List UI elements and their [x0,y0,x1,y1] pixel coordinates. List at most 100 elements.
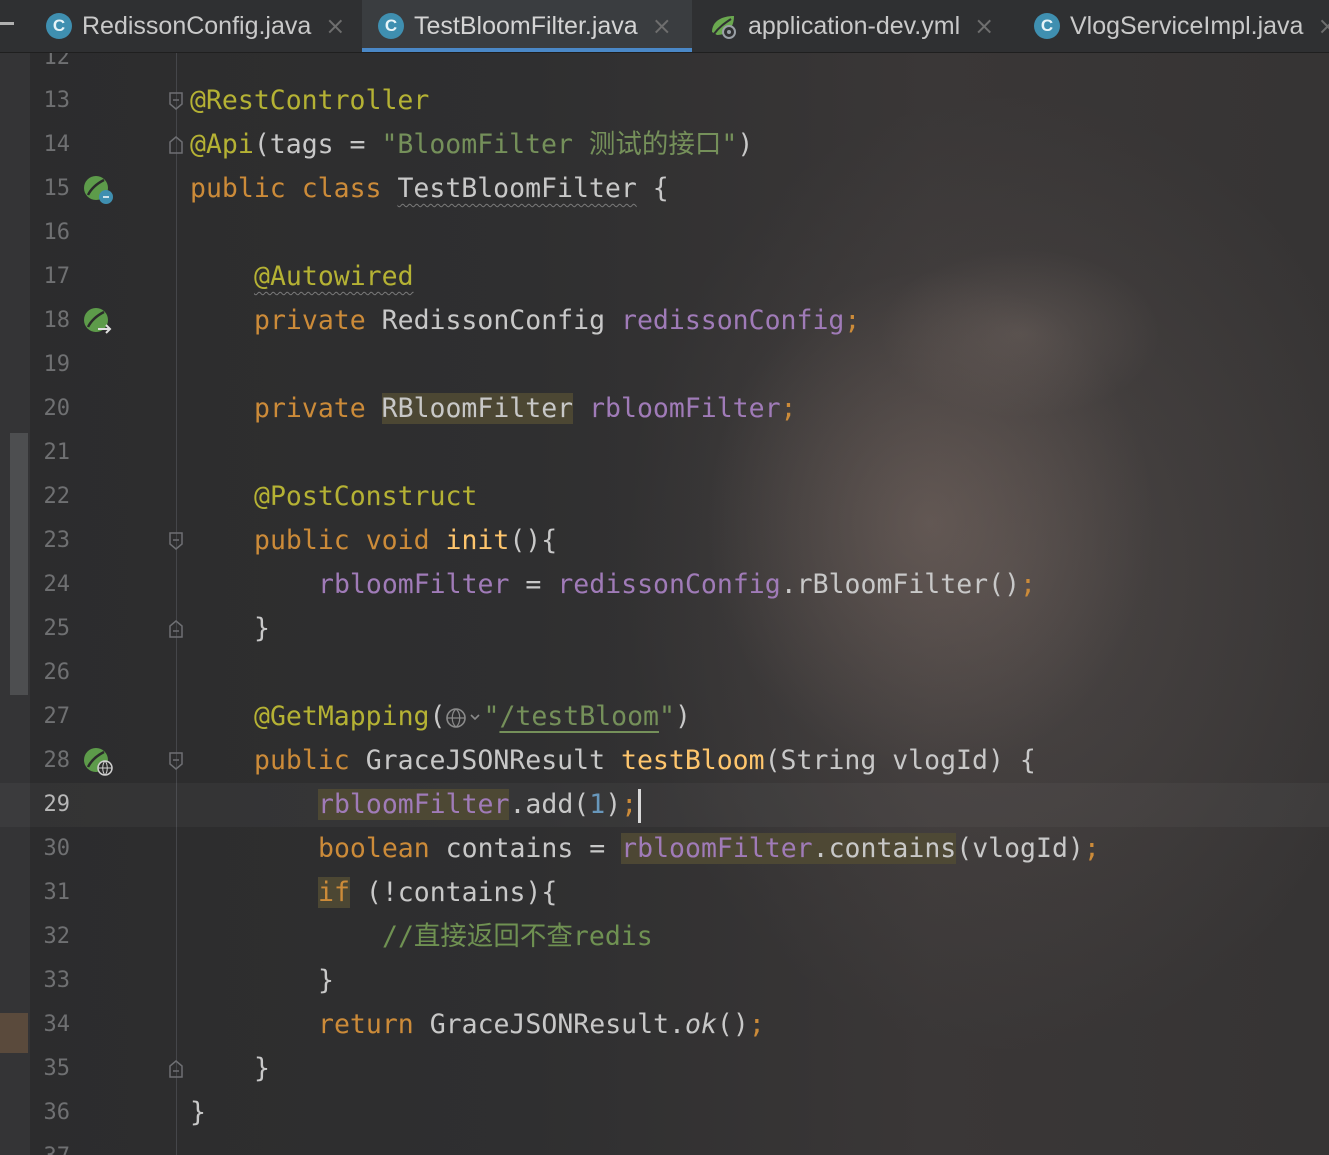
line-number: 23 [43,528,71,553]
endpoint-inlay-hint[interactable] [445,707,483,729]
code-editor[interactable]: 12 13 @RestController 14 @Api(tags = "Bl… [0,53,1329,1155]
code-text: public GraceJSONResult testBloom(String … [254,739,1036,783]
code-token: = [509,569,558,600]
string-token: " [483,701,500,732]
code-text: boolean contains = rbloomFilter.contains… [318,827,1100,871]
method-token: init [445,525,510,556]
text-cursor [638,788,642,823]
annotation-token: @Autowired [254,261,414,292]
line-number: 30 [43,836,71,861]
keyword-token: class [301,173,382,204]
code-line: 13 @RestController [0,79,1329,123]
code-token: . [669,1009,685,1040]
tab-overflow-indicator[interactable] [0,22,14,25]
code-line: 32 //直接返回不查redis [0,915,1329,959]
line-number: 31 [43,880,71,905]
code-text: if (!contains){ [318,871,557,915]
tab-application-dev-yml[interactable]: application-dev.yml × [708,0,1018,52]
line-number: 25 [43,616,71,641]
code-line: 33 } [0,959,1329,1003]
code-token: } [318,965,334,996]
code-token: () [716,1009,749,1040]
code-token: (String vlogId) { [764,745,1036,776]
code-text: //直接返回不查redis [382,915,653,959]
code-token: . [509,789,526,820]
close-icon[interactable]: × [325,12,345,40]
keyword-token: boolean [318,833,430,864]
code-token: (){ [509,525,558,556]
code-line: 26 [0,651,1329,695]
close-icon[interactable]: × [974,12,994,40]
line-number: 18 [43,308,71,333]
field-token: rbloomFilter [621,833,813,864]
code-text: return GraceJSONResult.ok(); [318,1003,765,1047]
url-path-link[interactable]: /testBloom [499,701,659,732]
fold-start-icon[interactable] [168,532,184,550]
field-token: rbloomFilter [589,393,781,424]
fold-start-icon[interactable] [168,752,184,770]
code-text: @GetMapping("/testBloom") [254,695,691,739]
code-token: ; [748,1009,765,1040]
code-line: 36 } [0,1091,1329,1135]
code-text: @PostConstruct [254,475,477,519]
line-number: 24 [43,572,71,597]
code-text: public class TestBloomFilter { [190,167,669,211]
tab-label: VlogServiceImpl.java [1070,11,1304,40]
code-text: @Api(tags = "BloomFilter 测试的接口") [190,123,753,167]
code-line: 18 private RedissonConfig redissonConfig… [0,299,1329,343]
code-line: 37 [0,1135,1329,1155]
close-icon[interactable]: × [1317,12,1329,40]
code-line: 35 } [0,1047,1329,1091]
code-token: ; [844,305,861,336]
line-number: 32 [43,924,71,949]
line-number: 12 [43,53,71,70]
fold-start-icon[interactable] [168,92,184,110]
code-token: (tags = [253,129,382,160]
line-number: 35 [43,1056,71,1081]
code-token: } [254,613,270,644]
fold-end-icon[interactable] [168,136,184,154]
request-mapping-icon[interactable] [82,745,114,777]
fold-end-icon[interactable] [168,1060,184,1078]
field-token: rbloomFilter [318,789,510,820]
java-class-icon: C [378,13,404,39]
line-number: 22 [43,484,71,509]
spring-bean-icon[interactable] [82,173,114,205]
code-token: ( [429,701,446,732]
code-line: 21 [0,431,1329,475]
line-number: 37 [0,1135,71,1155]
line-number: 27 [43,704,71,729]
tab-redissonconfig-java[interactable]: C RedissonConfig.java × [46,0,360,52]
code-line: 27 @GetMapping("/testBloom") [0,695,1329,739]
annotation-token: @GetMapping [254,701,430,732]
close-icon[interactable]: × [652,12,672,40]
code-token: (vlogId) [956,833,1084,864]
line-number: 13 [43,88,71,113]
code-token: { [636,173,669,204]
tab-label: TestBloomFilter.java [414,11,638,40]
code-token: ) [737,129,754,160]
code-text: private RBloomFilter rbloomFilter; [254,387,797,431]
line-number: 16 [43,220,71,245]
code-line: 22 @PostConstruct [0,475,1329,519]
keyword-token: void [365,525,430,556]
code-token: ( [573,789,590,820]
method-token: testBloom [621,745,765,776]
line-number: 15 [43,176,71,201]
code-text: public void init(){ [254,519,557,563]
method-call-token: rBloomFilter [796,569,989,600]
globe-chevron-icon [446,707,481,728]
tab-testbloomfilter-java[interactable]: C TestBloomFilter.java × [362,0,692,52]
tab-vlogserviceimpl-java[interactable]: C VlogServiceImpl.java × [1034,0,1329,52]
fold-end-icon[interactable] [168,620,184,638]
type-token: RBloomFilter [381,393,574,424]
method-call-token: add [525,789,574,820]
line-number: 21 [43,440,71,465]
autowired-navigate-icon[interactable] [82,305,114,337]
